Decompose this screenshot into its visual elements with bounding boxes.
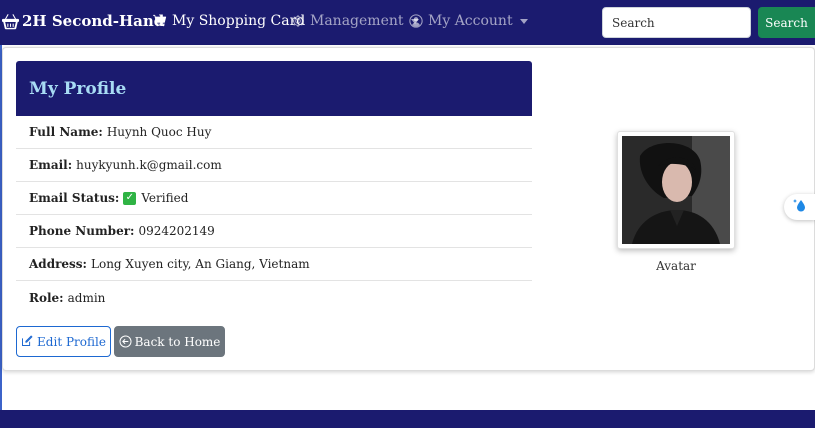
cart-icon: [153, 14, 168, 29]
back-to-home-button[interactable]: Back to Home: [114, 326, 225, 357]
page-title: My Profile: [29, 78, 127, 99]
field-label: Phone Number:: [29, 224, 135, 238]
nav-account-label: My Account: [428, 13, 513, 29]
profile-row-email-status: Email Status: ✓ Verified: [16, 182, 532, 215]
profile-card: My Profile Full Name: Huynh Quoc Huy Ema…: [16, 61, 532, 314]
field-label: Address:: [29, 257, 87, 271]
profile-row-role: Role: admin: [16, 281, 532, 314]
nav-account-dropdown[interactable]: My Account: [409, 13, 528, 29]
profile-row-email: Email: huykyunh.k@gmail.com: [16, 149, 532, 182]
profile-row-phone: Phone Number: 0924202149: [16, 215, 532, 248]
profile-row-full-name: Full Name: Huynh Quoc Huy: [16, 116, 532, 149]
nav-management-dropdown[interactable]: Management: [291, 13, 419, 29]
nav-management-label: Management: [310, 13, 404, 29]
edit-profile-label: Edit Profile: [37, 334, 106, 349]
search-input[interactable]: [602, 7, 751, 38]
footer-bar: [0, 410, 815, 428]
field-value: admin: [67, 290, 106, 305]
brand-link[interactable]: 2H Second-Hand: [2, 12, 164, 30]
profile-row-address: Address: Long Xuyen city, An Giang, Viet…: [16, 248, 532, 281]
avatar-photo: [622, 136, 730, 244]
edit-profile-button[interactable]: Edit Profile: [16, 326, 111, 357]
nav-shopping-card[interactable]: My Shopping Card: [153, 13, 305, 29]
edit-icon: [21, 335, 34, 348]
check-badge-icon: ✓: [123, 191, 137, 205]
field-label: Role:: [29, 290, 64, 305]
top-navbar: 2H Second-Hand My Shopping Card Manageme…: [0, 0, 815, 45]
brand-name: 2H Second-Hand: [22, 12, 165, 30]
field-value: Long Xuyen city, An Giang, Vietnam: [91, 257, 310, 271]
field-value: 0924202149: [138, 224, 215, 238]
field-value: Verified: [141, 191, 189, 205]
floating-extension-button[interactable]: [784, 194, 815, 220]
water-drop-icon: [792, 197, 808, 217]
chevron-down-icon: [519, 18, 528, 24]
user-circle-icon: [409, 13, 424, 29]
search-button[interactable]: Search: [758, 7, 815, 38]
field-label: Email Status:: [29, 191, 120, 205]
avatar-caption: Avatar: [656, 259, 696, 273]
field-value: huykyunh.k@gmail.com: [76, 158, 222, 172]
arrow-left-circle-icon: [119, 335, 132, 348]
avatar: [617, 131, 735, 249]
basket-icon: [2, 13, 19, 30]
gear-icon: [291, 14, 306, 29]
back-to-home-label: Back to Home: [134, 334, 221, 349]
field-label: Email:: [29, 158, 73, 172]
profile-card-header: My Profile: [16, 61, 532, 116]
nav-shopping-card-label: My Shopping Card: [172, 13, 306, 29]
field-value: Huynh Quoc Huy: [106, 125, 212, 139]
field-label: Full Name:: [29, 125, 103, 139]
